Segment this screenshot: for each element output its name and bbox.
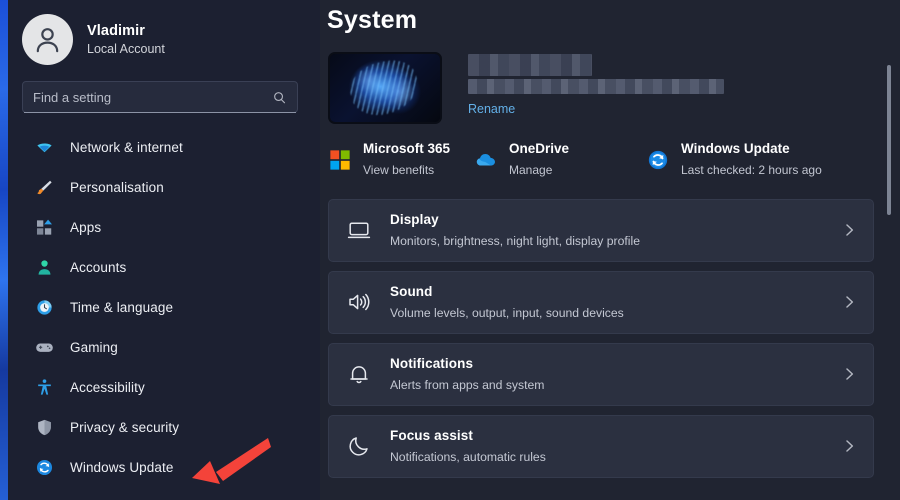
onedrive-cloud-icon [474,148,498,172]
sidebar: Vladimir Local Account Find a setting Ne… [0,0,320,500]
settings-card-sound[interactable]: Sound Volume levels, output, input, soun… [328,270,874,334]
sidebar-item-network-internet[interactable]: Network & internet [8,127,320,167]
shield-icon [34,417,54,437]
onedrive-cloud-icon [476,153,495,166]
apps-icon [34,217,54,237]
scrollbar-thumb[interactable] [887,65,891,215]
sidebar-item-accounts[interactable]: Accounts [8,247,320,287]
quick-link-subtitle: Last checked: 2 hours ago [681,162,822,177]
sidebar-item-label: Time & language [70,299,174,315]
quick-link-windows-update[interactable]: Windows Update Last checked: 2 hours ago [646,139,822,181]
windows-update-icon [648,150,668,169]
sidebar-item-privacy-security[interactable]: Privacy & security [8,407,320,447]
device-name-redacted [468,54,592,76]
monitor-icon [346,217,372,243]
windows-update-icon [34,457,54,477]
desktop-wallpaper-strip [0,0,8,500]
quick-link-title: Microsoft 365 [363,141,451,156]
moon-icon [346,433,372,459]
paintbrush-icon [36,180,52,194]
sidebar-item-label: Accounts [70,259,127,275]
settings-card-subtitle: Notifications, automatic rules [390,450,546,465]
monitor-icon [347,222,371,239]
sidebar-item-label: Windows Update [70,459,174,475]
shield-icon [37,419,51,435]
microsoft-logo-icon [330,150,350,170]
settings-cards: Display Monitors, brightness, night ligh… [320,181,900,478]
page-title: System [327,6,418,34]
settings-card-title: Focus assist [390,427,473,443]
sidebar-nav: Network & internet Personalisation Apps … [8,127,320,487]
settings-card-focus-assist[interactable]: Focus assist Notifications, automatic ru… [328,414,874,478]
sidebar-item-accessibility[interactable]: Accessibility [8,367,320,407]
quick-link-title: OneDrive [509,141,570,156]
speaker-icon [349,293,370,311]
person-icon [36,28,59,53]
settings-window: Vladimir Local Account Find a setting Ne… [0,0,900,500]
moon-icon [349,437,368,456]
paintbrush-icon [34,177,54,197]
user-profile[interactable]: Vladimir Local Account [8,0,320,65]
sidebar-item-label: Network & internet [70,139,183,155]
settings-card-title: Notifications [390,355,474,371]
clock-icon [36,299,52,315]
sidebar-item-label: Accessibility [70,379,145,395]
wifi-icon [34,137,54,157]
sidebar-item-label: Privacy & security [70,419,180,435]
search-icon[interactable] [272,90,287,105]
gamepad-icon [35,343,53,352]
profile-account-type: Local Account [87,41,165,56]
chevron-right-icon[interactable] [841,366,857,382]
settings-card-subtitle: Volume levels, output, input, sound devi… [390,306,624,321]
main-content: System Rename Microsoft 365 View benefit… [320,0,900,500]
search-box[interactable] [22,81,298,113]
avatar [22,14,73,65]
settings-card-subtitle: Monitors, brightness, night light, displ… [390,234,640,249]
settings-card-subtitle: Alerts from apps and system [390,378,545,393]
chevron-right-icon[interactable] [841,222,857,238]
bell-icon [346,361,372,387]
bell-icon [350,366,368,384]
sidebar-item-label: Gaming [70,339,118,355]
sidebar-item-personalisation[interactable]: Personalisation [8,167,320,207]
settings-card-notifications[interactable]: Notifications Alerts from apps and syste… [328,342,874,406]
quick-link-subtitle: View benefits [363,162,435,177]
search-input[interactable] [33,89,272,105]
sidebar-item-windows-update[interactable]: Windows Update [8,447,320,487]
accessibility-icon [34,377,54,397]
accessibility-icon [37,378,51,395]
sidebar-item-apps[interactable]: Apps [8,207,320,247]
sidebar-item-gaming[interactable]: Gaming [8,327,320,367]
windows-update-icon [646,148,670,172]
settings-card-title: Sound [390,283,433,299]
account-icon [38,259,50,275]
quick-link-microsoft-365[interactable]: Microsoft 365 View benefits [328,139,474,181]
quick-link-title: Windows Update [681,141,790,156]
device-summary: Rename [320,35,900,124]
search-container [8,65,320,113]
wifi-icon [36,142,52,152]
quick-link-subtitle: Manage [509,162,553,177]
apps-icon [36,219,52,235]
sidebar-item-time-language[interactable]: Time & language [8,287,320,327]
device-model-redacted [468,79,724,94]
vertical-scrollbar[interactable] [884,0,894,500]
profile-name: Vladimir [87,22,146,39]
speaker-icon [346,289,372,315]
quick-link-onedrive[interactable]: OneDrive Manage [474,139,646,181]
chevron-right-icon[interactable] [841,438,857,454]
account-icon [34,257,54,277]
microsoft-logo-icon [328,148,352,172]
chevron-right-icon[interactable] [841,294,857,310]
sidebar-item-label: Personalisation [70,179,164,195]
gamepad-icon [34,337,54,357]
sidebar-item-label: Apps [70,219,102,235]
clock-icon [34,297,54,317]
windows-bloom-wallpaper [328,52,442,124]
quick-links-row: Microsoft 365 View benefits OneDrive Man… [320,124,900,181]
settings-card-title: Display [390,211,439,227]
rename-link[interactable]: Rename [468,102,515,116]
windows-update-icon [36,459,52,475]
settings-card-display[interactable]: Display Monitors, brightness, night ligh… [328,198,874,262]
